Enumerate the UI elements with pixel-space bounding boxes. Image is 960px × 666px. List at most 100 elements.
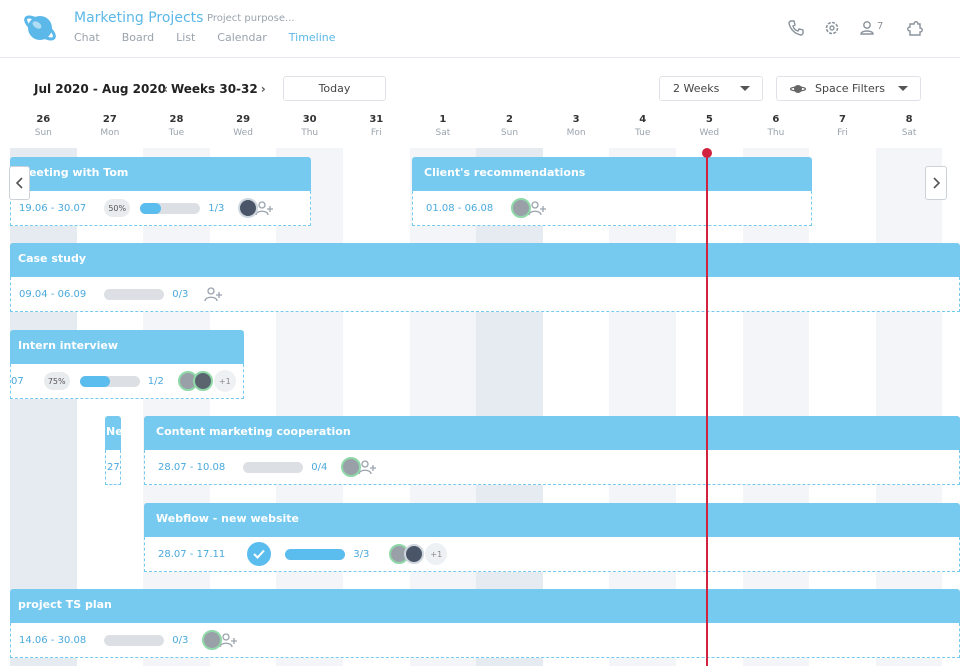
avatar[interactable] [192,371,213,391]
chevron-left-icon [15,177,23,189]
task-title[interactable]: Intern interview [10,330,244,364]
day-header: 1 Sat [435,114,451,138]
task-dates: 19.06 - 30.07 [19,202,87,214]
prev-week-chevron-icon[interactable]: ‹ [160,82,171,96]
space-filters-label: Space Filters [815,82,885,95]
day-header: 3 Mon [566,114,586,138]
task-webflow-new-website[interactable]: Webflow - new website 28.07 - 17.11 3/3 … [144,503,960,572]
period-select-value: 2 Weeks [673,82,720,95]
member-count: 7 [877,21,884,32]
progress-fill [285,548,346,560]
task-clients-recommendations[interactable]: Client's recommendations 01.08 - 06.08 [412,157,812,226]
day-header: 27 Mon [100,114,120,138]
members-icon[interactable] [859,18,879,38]
task-progress-bar [104,288,165,300]
day-header: 4 Tue [635,114,651,138]
filters-caret-icon [898,86,908,91]
task-title[interactable]: New [105,416,121,450]
progress-fill [140,202,162,214]
task-dates: 09.04 - 06.09 [19,288,87,300]
task-subtask-count: 0/4 [311,461,328,473]
scroll-left-button[interactable] [9,166,30,200]
task-dates: 01.08 - 06.08 [426,202,494,214]
task-dates: 28.07 - 17.11 [158,548,226,560]
task-details: 01.08 - 06.08 [412,191,812,226]
task-progress-bar [140,202,201,214]
task-subtask-count: 1/3 [208,202,225,214]
tab-list[interactable]: List [176,31,195,44]
period-select[interactable]: 2 Weeks [659,76,763,101]
tab-timeline[interactable]: Timeline [289,31,336,44]
task-title[interactable]: Client's recommendations [412,157,812,191]
task-title[interactable]: Case study [10,243,960,277]
task-details: 27 [105,450,121,485]
period-caret-icon [740,86,750,91]
add-user-icon[interactable] [358,459,377,475]
completed-check-icon[interactable] [247,542,272,566]
day-header: 30 Thu [301,114,319,138]
top-bar: Marketing Projects Project purpose... Ch… [0,0,960,58]
task-details: 14.06 - 30.08 0/3 [10,623,960,658]
day-header: 5 Wed [699,114,720,138]
today-marker-dot [702,148,712,158]
gear-icon[interactable] [822,18,842,38]
task-percent: 50% [104,199,131,217]
task-details: 09.04 - 06.09 0/3 [10,277,960,312]
task-title[interactable]: Content marketing cooperation [144,416,960,450]
task-new[interactable]: New 27 [105,416,121,485]
task-progress-bar [285,548,346,560]
add-user-icon[interactable] [219,632,238,648]
add-user-icon[interactable] [255,200,274,216]
tab-chat[interactable]: Chat [74,31,100,44]
task-content-marketing-cooperation[interactable]: Content marketing cooperation 28.07 - 10… [144,416,960,485]
task-intern-interview[interactable]: Intern interview 07 75% 1/2 +1 [10,330,244,399]
task-dates: 28.07 - 10.08 [158,461,226,473]
task-title[interactable]: project TS plan [10,589,960,623]
space-filters-select[interactable]: Space Filters [776,76,921,101]
task-subtask-count: 0/3 [172,634,189,646]
weeks-navigator: ‹ Weeks 30-32 › [160,82,269,96]
view-tabs: Chat Board List Calendar Timeline [74,31,358,44]
task-details: 07 75% 1/2 +1 [10,364,244,399]
task-title[interactable]: Meeting with Tom [10,157,311,191]
task-subtask-count: 3/3 [353,548,370,560]
task-details: 28.07 - 17.11 3/3 +1 [144,537,960,572]
project-title[interactable]: Marketing Projects [74,10,203,26]
task-dates: 07 [11,375,24,387]
task-project-ts-plan[interactable]: project TS plan 14.06 - 30.08 0/3 [10,589,960,658]
date-range-label: Jul 2020 - Aug 2020 [34,82,167,96]
planet-logo-icon[interactable] [22,10,58,46]
tab-calendar[interactable]: Calendar [217,31,266,44]
more-assignees[interactable]: +1 [213,370,236,392]
avatar[interactable] [404,544,425,564]
integrations-icon[interactable] [904,18,924,38]
scroll-right-button[interactable] [925,166,947,200]
task-progress-bar [104,634,165,646]
task-title[interactable]: Webflow - new website [144,503,960,537]
task-dates: 14.06 - 30.08 [19,634,87,646]
task-dates: 27 [107,461,120,473]
planet-filter-icon [790,85,806,93]
tab-board[interactable]: Board [122,31,154,44]
progress-fill [79,375,110,387]
today-button[interactable]: Today [283,76,386,101]
day-header: 31 Fri [369,114,384,138]
phone-icon[interactable] [786,18,806,38]
task-details: 28.07 - 10.08 0/4 [144,450,960,485]
project-purpose-field[interactable]: Project purpose... [207,13,295,24]
day-header: 7 Fri [837,114,848,138]
day-header: 29 Wed [233,114,253,138]
task-subtask-count: 1/2 [147,375,164,387]
task-percent: 75% [43,372,70,390]
more-assignees[interactable]: +1 [425,543,448,565]
next-week-chevron-icon[interactable]: › [258,82,269,96]
task-meeting-with-tom[interactable]: Meeting with Tom 19.06 - 30.07 50% 1/3 [10,157,311,226]
task-case-study[interactable]: Case study 09.04 - 06.09 0/3 [10,243,960,312]
task-subtask-count: 0/3 [172,288,189,300]
day-header: 2 Sun [500,114,519,138]
day-header: 28 Tue [168,114,185,138]
task-progress-bar [243,461,304,473]
day-header: 6 Thu [767,114,785,138]
add-user-icon[interactable] [204,286,223,302]
today-marker-line [706,152,708,666]
